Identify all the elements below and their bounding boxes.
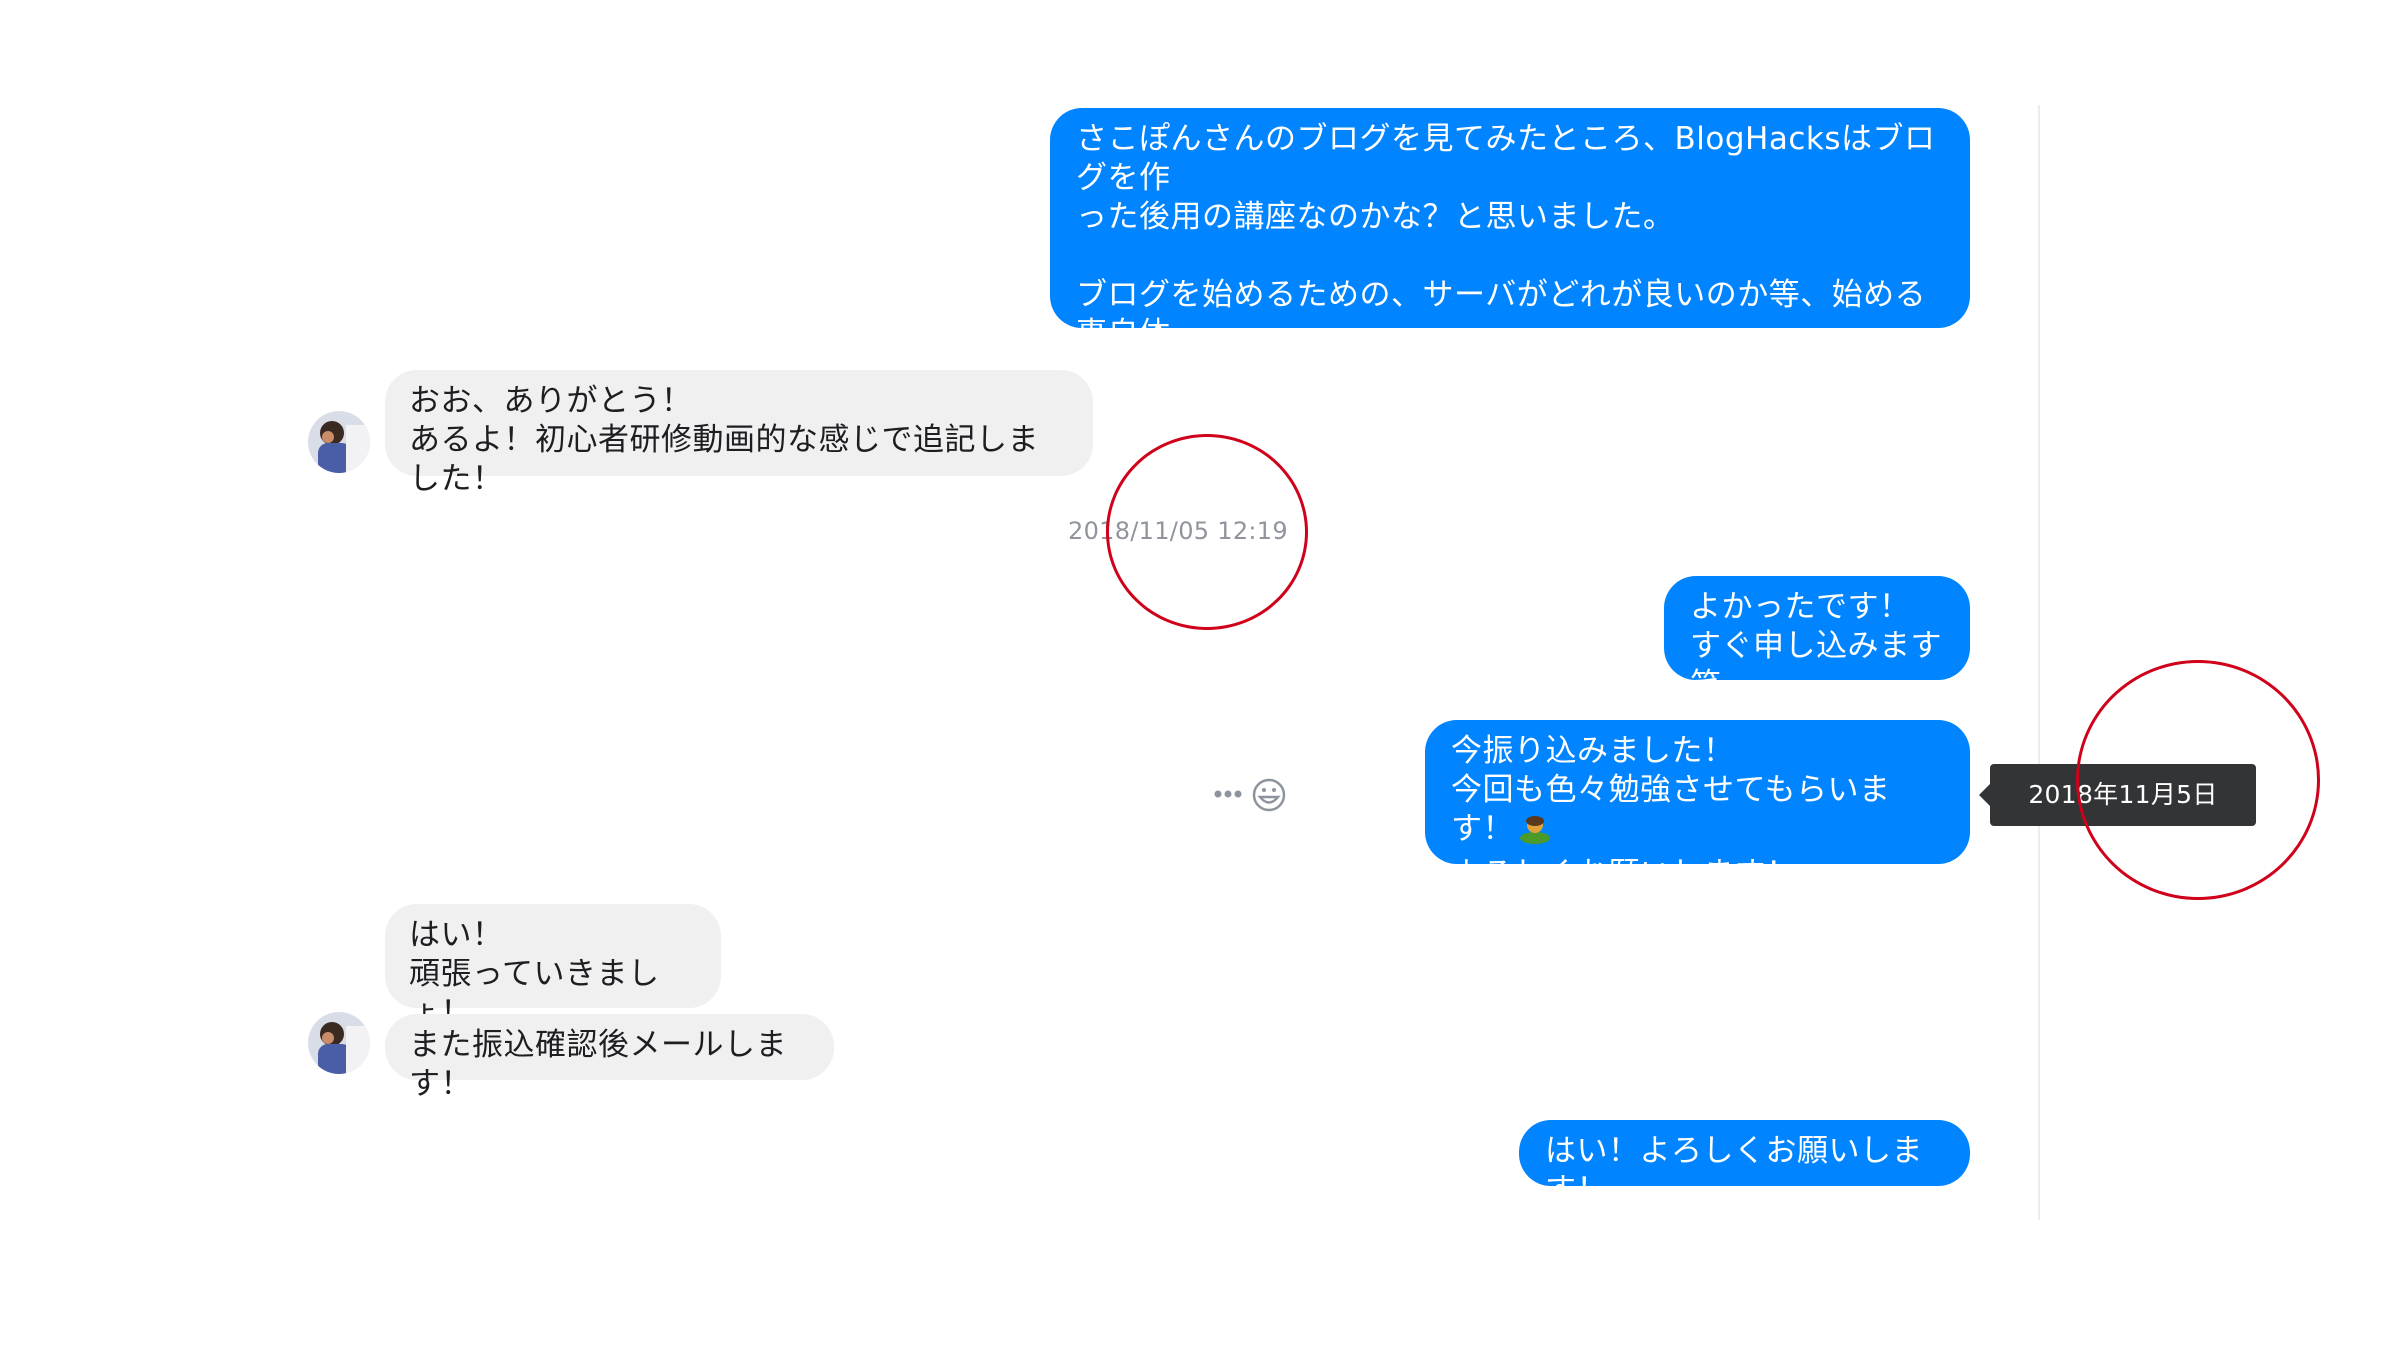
message-actions [1213, 776, 1303, 814]
message-text: 今振り込みました！ 今回も色々勉強させてもらいます！ [1451, 733, 1891, 847]
avatar[interactable] [308, 1012, 370, 1074]
outgoing-message[interactable]: さこぽんさんのブログを見てみたところ、BlogHacksはブログを作 った後用の… [1050, 108, 1970, 391]
incoming-message[interactable]: また振込確認後メールします！ [385, 1014, 834, 1102]
outgoing-message[interactable]: はい！よろしくお願いします！ [1519, 1120, 1970, 1208]
conversation-timestamp: 2018/11/05 12:19 [1068, 517, 1288, 545]
smiley-reaction-icon[interactable] [1252, 778, 1286, 812]
incoming-message[interactable]: はい！ 頑張っていきましょ！ [385, 904, 721, 1031]
incoming-message[interactable]: おお、ありがとう！ あるよ！初心者研修動画的な感じで追記しました！ [385, 370, 1093, 497]
message-time-tooltip: 2018年11月5日 12:40 [1979, 764, 2256, 871]
person-bowing-emoji [1518, 811, 1552, 855]
message-text: よろしくお願いします！ [1451, 856, 1798, 892]
sidebar-divider [2038, 105, 2040, 1220]
chat-window: さこぽんさんのブログを見てみたところ、BlogHacksはブログを作 った後用の… [0, 0, 2400, 1350]
outgoing-message[interactable]: 今振り込みました！ 今回も色々勉強させてもらいます！ よろしくお願いします！ [1425, 720, 1970, 892]
outgoing-message[interactable]: よかったです！ すぐ申し込みます笑 [1664, 576, 1970, 703]
avatar[interactable] [308, 411, 370, 473]
more-options-icon[interactable] [1214, 790, 1242, 798]
